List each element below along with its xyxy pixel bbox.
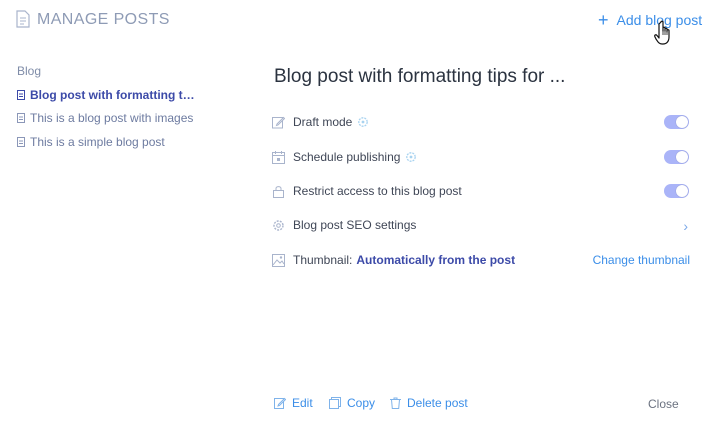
seo-settings-row[interactable]: Blog post SEO settings ›	[272, 215, 692, 235]
restrict-access-toggle[interactable]	[664, 184, 689, 198]
pencil-icon	[272, 116, 285, 128]
plus-icon: +	[598, 10, 609, 30]
schedule-publishing-label: Schedule publishing	[293, 150, 401, 164]
lock-icon	[273, 185, 284, 198]
hand-cursor-icon	[654, 20, 670, 45]
restrict-access-label: Restrict access to this blog post	[293, 184, 462, 198]
draft-mode-row: Draft mode	[272, 112, 692, 132]
thumbnail-label: Thumbnail:	[293, 253, 353, 267]
toggle-knob	[676, 185, 688, 197]
sidebar-item-images-post[interactable]: This is a blog post with images	[17, 111, 207, 125]
copy-icon	[329, 397, 341, 409]
thumbnail-row: Thumbnail: Automatically from the post C…	[272, 250, 692, 270]
edit-label: Edit	[292, 396, 313, 410]
add-blog-post-button[interactable]: + Add blog post	[598, 10, 702, 30]
toggle-knob	[676, 116, 688, 128]
restrict-access-row: Restrict access to this blog post	[272, 181, 692, 201]
image-icon	[272, 253, 285, 267]
post-title: Blog post with formatting tips for ...	[274, 66, 566, 87]
sidebar-item-label: Blog post with formatting tips for ...	[30, 88, 195, 102]
trash-icon	[390, 397, 401, 409]
info-icon[interactable]	[357, 116, 369, 128]
thumbnail-value: Automatically from the post	[356, 253, 516, 267]
page-title: MANAGE POSTS	[37, 11, 170, 28]
schedule-publishing-toggle[interactable]	[664, 150, 689, 164]
info-icon[interactable]	[405, 151, 417, 163]
copy-label: Copy	[347, 396, 376, 410]
sidebar-item-simple-post[interactable]: This is a simple blog post	[17, 135, 207, 149]
gear-icon	[273, 219, 284, 231]
document-icon	[17, 113, 25, 123]
sidebar-item-label: This is a blog post with images	[30, 111, 194, 125]
edit-button[interactable]: Edit	[274, 396, 313, 410]
delete-post-label: Delete post	[407, 396, 468, 410]
close-button[interactable]: Close	[648, 397, 679, 411]
sidebar-item-formatting-tips[interactable]: Blog post with formatting tips for ...	[17, 88, 207, 102]
calendar-icon	[272, 150, 285, 164]
toggle-knob	[676, 151, 688, 163]
sidebar-item-label: This is a simple blog post	[30, 135, 165, 149]
sidebar-title: Blog	[17, 64, 42, 78]
schedule-publishing-row: Schedule publishing	[272, 147, 692, 167]
draft-mode-label: Draft mode	[293, 115, 353, 129]
delete-post-button[interactable]: Delete post	[390, 396, 468, 410]
change-thumbnail-link[interactable]: Change thumbnail	[593, 253, 690, 267]
draft-mode-toggle[interactable]	[664, 115, 689, 129]
document-icon	[17, 137, 25, 147]
copy-button[interactable]: Copy	[329, 396, 375, 410]
document-icon	[16, 10, 30, 28]
pencil-icon	[274, 397, 286, 409]
seo-settings-label: Blog post SEO settings	[293, 218, 417, 232]
document-icon	[17, 90, 25, 100]
chevron-right-icon[interactable]: ›	[683, 218, 688, 234]
